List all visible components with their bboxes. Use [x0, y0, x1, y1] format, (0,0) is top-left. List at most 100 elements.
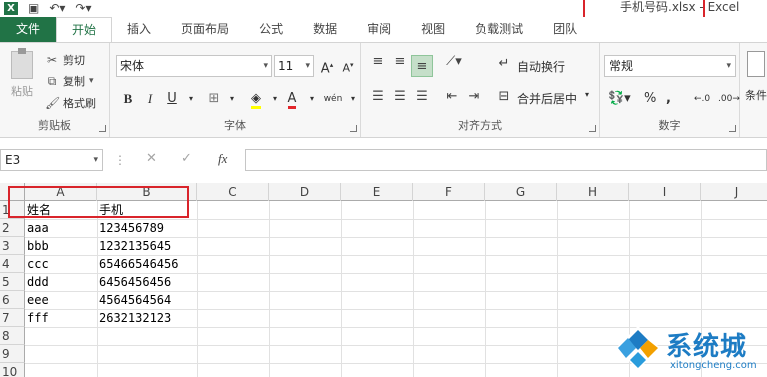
cell-b3[interactable]: 1232135645	[97, 237, 171, 255]
column-header-c[interactable]: C	[197, 183, 269, 201]
row-header[interactable]: 10	[0, 363, 25, 377]
more-icon[interactable]: ⋮	[114, 153, 126, 167]
column-header-f[interactable]: F	[413, 183, 485, 201]
bold-button[interactable]: B	[118, 89, 138, 109]
insert-function-icon[interactable]: fx	[218, 151, 227, 167]
row-header[interactable]: 8	[0, 327, 25, 345]
wrap-text-icon[interactable]: ↵	[493, 53, 515, 75]
excel-logo-icon: X	[4, 2, 18, 15]
accounting-format-icon[interactable]: 💱▾	[608, 89, 631, 109]
tab-load-test[interactable]: 负载测试	[460, 17, 538, 42]
cell-b4[interactable]: 65466546456	[97, 255, 178, 273]
paste-button[interactable]: 粘贴	[6, 48, 38, 111]
tab-home[interactable]: 开始	[56, 17, 113, 42]
align-bottom-icon[interactable]: ≡	[411, 55, 433, 77]
borders-dropdown-icon[interactable]: ▾	[222, 89, 242, 109]
row-header[interactable]: 7	[0, 309, 25, 327]
italic-button[interactable]: I	[140, 89, 160, 109]
decrease-indent-icon[interactable]: ⇤	[441, 86, 463, 108]
row-header[interactable]: 5	[0, 273, 25, 291]
cancel-icon[interactable]: ✕	[146, 151, 157, 166]
underline-button[interactable]: U	[162, 89, 182, 109]
orientation-icon[interactable]: ⟋▾	[443, 51, 465, 73]
align-middle-icon[interactable]: ≡	[389, 51, 411, 73]
conditional-formatting-button[interactable]: 条件	[745, 51, 767, 103]
font-launcher-icon[interactable]	[350, 125, 357, 132]
row-header[interactable]: 9	[0, 345, 25, 363]
watermark: 系统城 xitongcheng.com	[614, 322, 767, 377]
wrap-text-label[interactable]: 自动换行	[517, 58, 565, 75]
decrease-font-size-button[interactable]: A▾	[338, 55, 358, 75]
percent-style-button[interactable]: %	[644, 89, 656, 109]
align-top-icon[interactable]: ≡	[367, 51, 389, 73]
row-header[interactable]: 6	[0, 291, 25, 309]
alignment-group-label: 对齐方式	[458, 119, 502, 132]
column-header-g[interactable]: G	[485, 183, 557, 201]
increase-indent-icon[interactable]: ⇥	[463, 86, 485, 108]
chevron-down-icon: ▾	[93, 155, 98, 165]
cell-a5[interactable]: ddd	[25, 273, 49, 291]
increase-decimal-icon[interactable]: ←.0	[694, 89, 710, 109]
cell-a2[interactable]: aaa	[25, 219, 49, 237]
conditional-formatting-icon	[747, 51, 765, 77]
tab-data[interactable]: 数据	[298, 17, 352, 42]
enter-icon[interactable]: ✓	[181, 151, 192, 166]
row-header[interactable]: 3	[0, 237, 25, 255]
column-header-h[interactable]: H	[557, 183, 629, 201]
font-size-select[interactable]: 11 ▾	[274, 55, 314, 77]
conditional-formatting-label: 条件	[745, 89, 767, 102]
save-icon[interactable]: ▣	[28, 2, 39, 15]
formula-input[interactable]	[245, 149, 767, 171]
alignment-launcher-icon[interactable]	[589, 125, 596, 132]
borders-icon[interactable]: ⊞	[204, 89, 224, 109]
tab-formulas[interactable]: 公式	[244, 17, 298, 42]
cell-a6[interactable]: eee	[25, 291, 49, 309]
underline-dropdown-icon[interactable]: ▾	[181, 89, 201, 109]
align-right-icon[interactable]: ☰	[411, 86, 433, 108]
align-left-icon[interactable]: ☰	[367, 86, 389, 108]
column-header-e[interactable]: E	[341, 183, 413, 201]
column-header-i[interactable]: I	[629, 183, 701, 201]
row-header[interactable]: 2	[0, 219, 25, 237]
cut-button[interactable]: ✂ 剪切	[45, 51, 85, 69]
format-painter-button[interactable]: 🖌 格式刷	[45, 94, 96, 112]
increase-font-size-button[interactable]: A▴	[317, 55, 337, 76]
gridline	[197, 201, 198, 377]
cell-a3[interactable]: bbb	[25, 237, 49, 255]
font-color-button[interactable]: A	[282, 89, 302, 109]
phonetic-guide-button[interactable]: wén	[323, 89, 343, 109]
fill-color-button[interactable]: ◈	[246, 89, 266, 109]
clipboard-group: 粘贴 ✂ 剪切 ⧉ 复制 ▾ 🖌 格式刷 剪贴板	[0, 43, 110, 137]
tab-insert[interactable]: 插入	[112, 17, 166, 42]
tab-review[interactable]: 审阅	[352, 17, 406, 42]
cell-b7[interactable]: 2632132123	[97, 309, 171, 327]
number-launcher-icon[interactable]	[729, 125, 736, 132]
copy-button[interactable]: ⧉ 复制 ▾	[45, 72, 94, 90]
cell-b6[interactable]: 4564564564	[97, 291, 171, 309]
name-box[interactable]: E3 ▾	[0, 149, 103, 171]
row-header[interactable]: 4	[0, 255, 25, 273]
merge-center-icon[interactable]: ⊟	[493, 86, 515, 108]
tab-file[interactable]: 文件	[0, 17, 57, 42]
formula-bar: E3 ▾ ⋮ ✕ ✓ fx	[0, 147, 767, 173]
chevron-down-icon[interactable]: ▾	[585, 90, 589, 99]
redo-icon[interactable]: ↷▾	[75, 2, 91, 15]
font-color-dropdown-icon[interactable]: ▾	[302, 89, 322, 109]
decrease-decimal-icon[interactable]: .00→	[718, 89, 740, 109]
column-header-j[interactable]: J	[701, 183, 767, 201]
tab-team[interactable]: 团队	[538, 17, 592, 42]
font-name-select[interactable]: 宋体 ▾	[116, 55, 272, 77]
comma-style-button[interactable]: ,	[666, 89, 671, 109]
clipboard-launcher-icon[interactable]	[99, 125, 106, 132]
phonetic-dropdown-icon[interactable]: ▾	[343, 89, 363, 109]
tab-view[interactable]: 视图	[406, 17, 460, 42]
column-header-d[interactable]: D	[269, 183, 341, 201]
merge-center-label[interactable]: 合并后居中	[517, 90, 577, 107]
cell-b2[interactable]: 123456789	[97, 219, 164, 237]
undo-icon[interactable]: ↶▾	[49, 2, 65, 15]
cell-b5[interactable]: 6456456456	[97, 273, 171, 291]
align-center-icon[interactable]: ☰	[389, 86, 411, 108]
cell-a7[interactable]: fff	[25, 309, 49, 327]
tab-page-layout[interactable]: 页面布局	[166, 17, 244, 42]
cell-a4[interactable]: ccc	[25, 255, 49, 273]
